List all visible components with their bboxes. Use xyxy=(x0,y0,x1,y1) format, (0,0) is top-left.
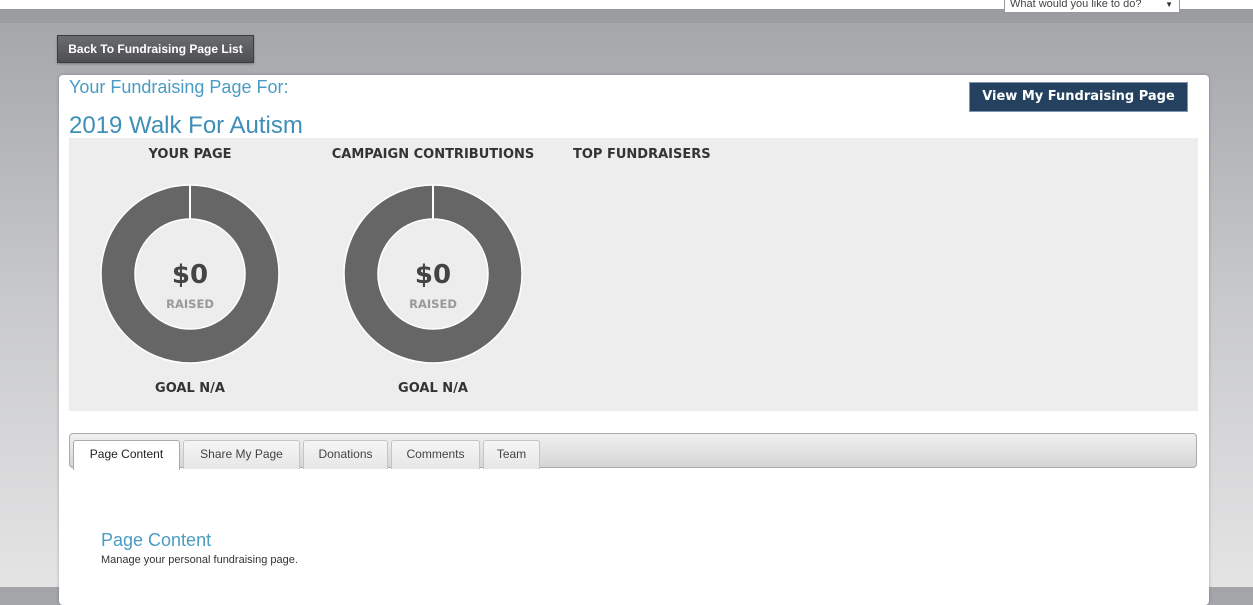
action-select-value: What would you like to do? xyxy=(1010,0,1142,10)
your-page-progress-ring: $0 RAISED xyxy=(100,184,280,364)
campaign-goal: GOAL N/A xyxy=(398,381,468,396)
fundraising-panel: Your Fundraising Page For: 2019 Walk For… xyxy=(59,75,1209,605)
tab-team[interactable]: Team xyxy=(483,440,540,469)
section-subtitle: Manage your personal fundraising page. xyxy=(101,554,298,566)
tab-comments[interactable]: Comments xyxy=(391,440,480,469)
page-for-label: Your Fundraising Page For: xyxy=(69,77,289,97)
campaign-title: 2019 Walk For Autism xyxy=(69,112,303,139)
campaign-amount: $0 xyxy=(415,260,451,290)
campaign-contributions-heading: CAMPAIGN CONTRIBUTIONS xyxy=(331,147,535,162)
stats-area: YOUR PAGE CAMPAIGN CONTRIBUTIONS TOP FUN… xyxy=(69,138,1198,411)
tab-bar: Page Content Share My Page Donations Com… xyxy=(69,433,1197,470)
view-my-fundraising-page-button[interactable]: View My Fundraising Page xyxy=(969,82,1188,112)
back-to-list-button[interactable]: Back To Fundraising Page List xyxy=(57,35,254,63)
your-page-heading: YOUR PAGE xyxy=(148,147,232,162)
your-page-raised-label: RAISED xyxy=(166,297,214,311)
top-fundraisers-heading: TOP FUNDRAISERS xyxy=(573,147,711,162)
campaign-raised-label: RAISED xyxy=(409,297,457,311)
tab-donations[interactable]: Donations xyxy=(303,440,388,469)
section-title: Page Content xyxy=(101,530,212,550)
tab-page-content[interactable]: Page Content xyxy=(73,440,180,470)
your-page-amount: $0 xyxy=(172,260,208,290)
your-page-goal: GOAL N/A xyxy=(155,381,225,396)
campaign-progress-ring: $0 RAISED xyxy=(343,184,523,364)
caret-down-icon: ▼ xyxy=(1165,0,1173,9)
tab-share-my-page[interactable]: Share My Page xyxy=(183,440,300,469)
action-select[interactable]: What would you like to do? ▼ xyxy=(1004,0,1180,13)
